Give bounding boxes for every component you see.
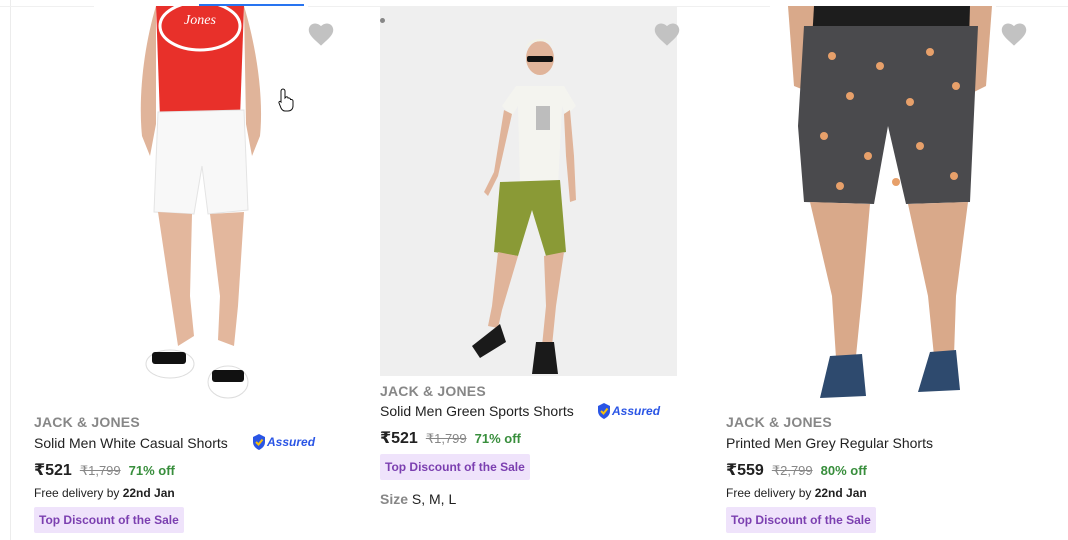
assured-label: Assured xyxy=(267,435,316,449)
product-title[interactable]: Solid Men Green Sports Shorts xyxy=(380,403,574,419)
wishlist-heart-icon[interactable] xyxy=(307,21,335,47)
discount-percent: 80% off xyxy=(820,463,867,478)
offer-badge: Top Discount of the Sale xyxy=(34,507,184,533)
hand-cursor-icon xyxy=(278,88,294,112)
left-divider xyxy=(10,0,11,540)
discount-percent: 71% off xyxy=(128,463,175,478)
offer-badge: Top Discount of the Sale xyxy=(380,454,530,480)
product-card-green-shorts[interactable]: JACK & JONES Solid Men Green Sports Shor… xyxy=(380,0,680,540)
product-title[interactable]: Printed Men Grey Regular Shorts xyxy=(726,435,933,451)
wishlist-heart-icon[interactable] xyxy=(1000,21,1028,47)
product-photo-man-grey-shorts xyxy=(788,6,992,398)
offer-badge: Top Discount of the Sale xyxy=(726,507,876,533)
product-title[interactable]: Solid Men White Casual Shorts xyxy=(34,435,228,451)
delivery-prefix: Free delivery by xyxy=(34,486,123,500)
svg-text:Jones: Jones xyxy=(184,13,216,28)
product-card-white-shorts[interactable]: Jones JACK & JONES Solid Men White Casua… xyxy=(34,0,344,540)
assured-badge: Assured xyxy=(597,403,660,419)
wishlist-heart-icon[interactable] xyxy=(653,21,681,47)
discount-percent: 71% off xyxy=(474,431,521,446)
assured-label: Assured xyxy=(612,404,661,418)
price-row: ₹521 ₹1,799 71% off xyxy=(380,428,521,448)
delivery-info: Free delivery by 22nd Jan xyxy=(34,486,175,500)
original-price: ₹1,799 xyxy=(79,463,121,478)
delivery-prefix: Free delivery by xyxy=(726,486,815,500)
product-photo-man-white-shorts: Jones xyxy=(140,6,262,399)
sizes-label: Size xyxy=(380,491,409,507)
delivery-date: 22nd Jan xyxy=(122,486,175,500)
selling-price: ₹559 xyxy=(726,462,764,479)
product-photo-man-green-shorts xyxy=(380,6,677,376)
original-price: ₹2,799 xyxy=(771,463,813,478)
selling-price: ₹521 xyxy=(34,462,72,479)
price-row: ₹559 ₹2,799 80% off xyxy=(726,460,867,480)
shield-icon xyxy=(598,403,610,419)
carousel-dot xyxy=(380,18,385,23)
sizes-values: S, M, L xyxy=(411,491,457,507)
product-card-grey-shorts[interactable]: JACK & JONES Printed Men Grey Regular Sh… xyxy=(726,0,1036,540)
product-image[interactable]: Jones xyxy=(94,6,308,406)
shield-icon xyxy=(253,434,265,450)
original-price: ₹1,799 xyxy=(425,431,467,446)
available-sizes: Size S, M, L xyxy=(380,491,456,507)
selling-price: ₹521 xyxy=(380,430,418,447)
assured-badge: Assured xyxy=(252,434,315,450)
product-brand: JACK & JONES xyxy=(34,414,140,430)
price-row: ₹521 ₹1,799 71% off xyxy=(34,460,175,480)
product-image[interactable] xyxy=(770,6,996,406)
product-brand: JACK & JONES xyxy=(380,383,486,399)
product-brand: JACK & JONES xyxy=(726,414,832,430)
product-image[interactable] xyxy=(380,6,677,376)
delivery-info: Free delivery by 22nd Jan xyxy=(726,486,867,500)
delivery-date: 22nd Jan xyxy=(814,486,867,500)
